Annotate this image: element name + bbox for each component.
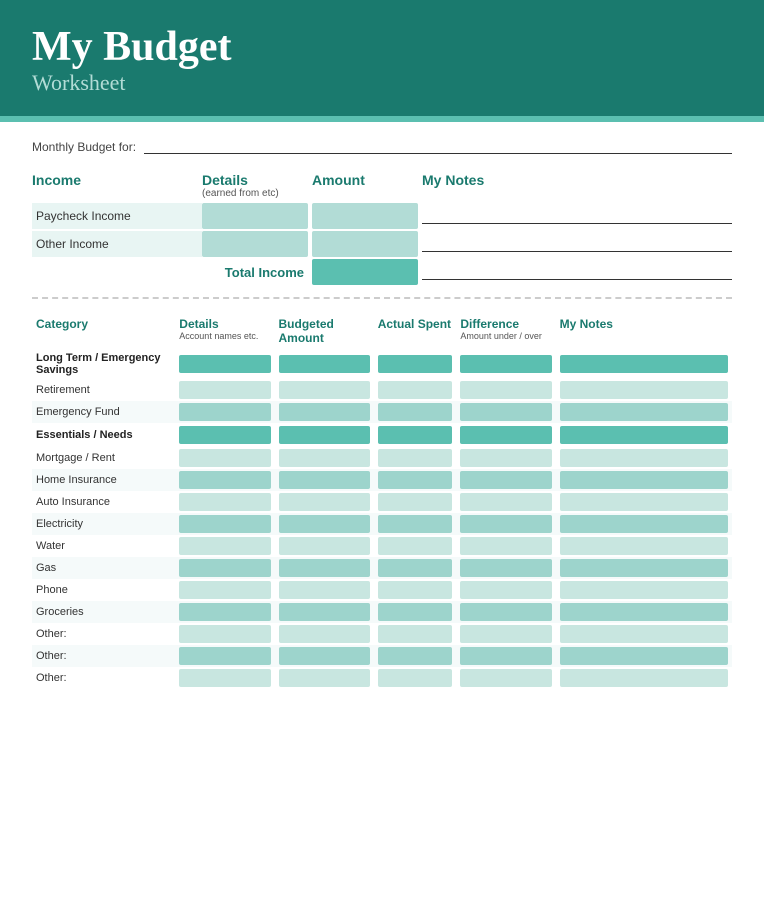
other-income-label: Other Income [32,231,202,257]
th-details: Details Account names etc. [175,315,274,349]
section-header-budgeted[interactable] [275,349,374,379]
row-label: Other: [32,623,175,645]
section-header-notes[interactable] [556,349,732,379]
paycheck-income-label: Paycheck Income [32,203,202,229]
row-actual[interactable] [374,401,457,423]
row-label: Retirement [32,379,175,401]
table-row: Other: [32,645,732,667]
section-header-difference[interactable] [456,423,555,447]
row-budgeted[interactable] [275,379,374,401]
other-details-cell[interactable] [202,231,312,257]
th-notes: My Notes [556,315,732,349]
monthly-budget-row: Monthly Budget for: [32,140,732,154]
row-label: Groceries [32,601,175,623]
table-row: Water [32,535,732,557]
row-label: Other: [32,645,175,667]
row-budgeted[interactable] [275,401,374,423]
total-income-spacer [32,259,202,285]
table-row: Emergency Fund [32,401,732,423]
income-header: Income [32,172,202,190]
table-header-row: Category Details Account names etc. Budg… [32,315,732,349]
section-header-label: Long Term / Emergency Savings [32,349,175,379]
row-notes[interactable] [556,379,732,401]
section-header-actual[interactable] [374,349,457,379]
row-label: Auto Insurance [32,491,175,513]
other-amount-cell[interactable] [312,231,422,257]
table-row: Phone [32,579,732,601]
total-income-amount-cell[interactable] [312,259,422,285]
page-subtitle: Worksheet [32,70,732,96]
row-difference[interactable] [456,401,555,423]
section-header-actual[interactable] [374,423,457,447]
paycheck-details-cell[interactable] [202,203,312,229]
section-header-label: Essentials / Needs [32,423,175,447]
amount-header: Amount [312,172,422,190]
row-notes[interactable] [556,401,732,423]
details-sub: (earned from etc) [202,188,312,203]
row-label: Water [32,535,175,557]
section-divider [32,297,732,299]
main-content: Monthly Budget for: Income Details (earn… [0,122,764,709]
row-label: Phone [32,579,175,601]
paycheck-notes-cell [422,203,732,229]
th-budgeted: Budgeted Amount [275,315,374,349]
th-difference: Difference Amount under / over [456,315,555,349]
income-grid: Income Details (earned from etc) Amount … [32,172,732,287]
table-row: Auto Insurance [32,491,732,513]
row-label: Other: [32,667,175,689]
table-row: Essentials / Needs [32,423,732,447]
section-header-budgeted[interactable] [275,423,374,447]
total-income-label: Total Income [202,259,312,285]
row-label: Mortgage / Rent [32,447,175,469]
row-label: Gas [32,557,175,579]
table-row: Long Term / Emergency Savings [32,349,732,379]
section-header-notes[interactable] [556,423,732,447]
table-row: Retirement [32,379,732,401]
budget-table: Category Details Account names etc. Budg… [32,315,732,689]
notes-col-header: My Notes [422,172,732,203]
table-row: Other: [32,667,732,689]
row-actual[interactable] [374,379,457,401]
section-header-details[interactable] [175,349,274,379]
notes-header: My Notes [422,172,732,190]
row-details[interactable] [175,401,274,423]
other-notes-cell [422,231,732,257]
row-label: Emergency Fund [32,401,175,423]
section-header-details[interactable] [175,423,274,447]
total-income-notes-cell [422,259,732,285]
row-details[interactable] [175,379,274,401]
amount-col-header: Amount [312,172,422,203]
page-title: My Budget [32,24,732,70]
monthly-budget-label: Monthly Budget for: [32,140,136,154]
row-difference[interactable] [456,379,555,401]
monthly-budget-line[interactable] [144,140,732,154]
row-label: Electricity [32,513,175,535]
row-label: Home Insurance [32,469,175,491]
th-category: Category [32,315,175,349]
details-col-header: Details (earned from etc) [202,172,312,203]
table-row: Home Insurance [32,469,732,491]
page-header: My Budget Worksheet [0,0,764,116]
income-section: Income Details (earned from etc) Amount … [32,172,732,287]
table-row: Electricity [32,513,732,535]
table-row: Mortgage / Rent [32,447,732,469]
section-header-difference[interactable] [456,349,555,379]
table-row: Groceries [32,601,732,623]
budget-section: Category Details Account names etc. Budg… [32,315,732,689]
table-row: Other: [32,623,732,645]
table-row: Gas [32,557,732,579]
income-col-header: Income [32,172,202,203]
th-actual: Actual Spent [374,315,457,349]
paycheck-amount-cell[interactable] [312,203,422,229]
